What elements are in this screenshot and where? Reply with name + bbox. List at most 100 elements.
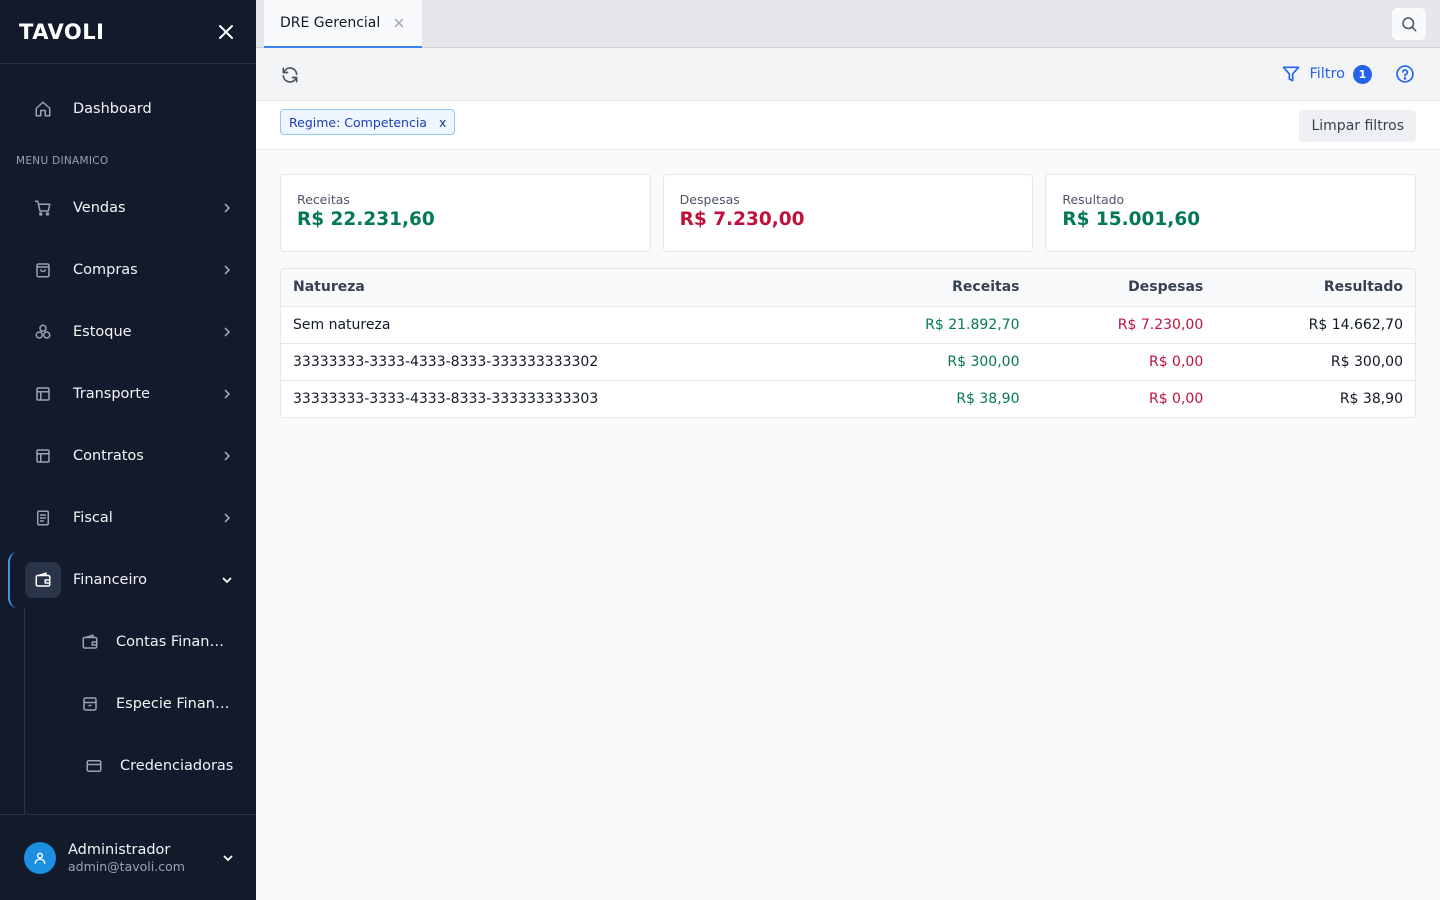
sidebar-nav: Dashboard MENU DINAMICO Vendas Compras E… [0, 64, 256, 814]
chevron-right-icon [217, 198, 237, 218]
boxes-icon [25, 314, 61, 350]
user-email: admin@tavoli.com [68, 858, 185, 874]
cell-natureza: 33333333-3333-4333-8333-333333333302 [281, 342, 820, 380]
cell-resultado: R$ 14.662,70 [1215, 305, 1415, 343]
filter-icon [1283, 66, 1300, 82]
dre-table: Natureza Receitas Despesas Resultado Sem… [280, 268, 1416, 418]
wallet-icon [78, 630, 102, 654]
table-row[interactable]: 33333333-3333-4333-8333-333333333303 R$ … [281, 379, 1415, 417]
active-filters-bar: Regime: Competencia x Limpar filtros [256, 101, 1440, 150]
sidebar-item-estoque[interactable]: Estoque [25, 314, 237, 350]
submenu-guide-line [24, 608, 25, 814]
user-icon [34, 852, 46, 864]
sidebar-item-label: Estoque [73, 324, 132, 340]
menu-section-label: MENU DINAMICO [16, 155, 109, 167]
sidebar-item-dashboard[interactable]: Dashboard [25, 91, 237, 127]
sidebar-item-label: Transporte [73, 386, 150, 402]
sidebar-header: TAVOLI [0, 0, 256, 64]
cell-resultado: R$ 300,00 [1215, 342, 1415, 380]
summary-card-despesas: Despesas R$ 7.230,00 [662, 174, 1034, 252]
cell-despesas: R$ 0,00 [1031, 342, 1216, 380]
clear-filters-button[interactable]: Limpar filtros [1299, 110, 1416, 142]
help-button[interactable] [1394, 63, 1416, 85]
document-icon [25, 500, 61, 536]
filter-chip: Regime: Competencia x [280, 109, 456, 135]
sidebar-item-transporte[interactable]: Transporte [25, 376, 237, 412]
card-label: Resultado [1062, 192, 1125, 207]
tab-label: DRE Gerencial [280, 15, 381, 31]
filter-button[interactable]: Filtro 1 [1281, 63, 1372, 85]
cell-receitas: R$ 38,90 [819, 379, 1032, 417]
card-label: Receitas [297, 192, 350, 207]
cell-despesas: R$ 0,00 [1031, 379, 1216, 417]
credit-card-icon [82, 754, 106, 778]
sidebar-subitem-label: Credenciadoras [120, 758, 234, 774]
filter-chip-label: Regime: Competencia [289, 114, 427, 130]
toolbar: Filtro 1 [256, 48, 1440, 101]
summary-card-receitas: Receitas R$ 22.231,60 [280, 174, 651, 252]
sidebar-item-contratos[interactable]: Contratos [25, 438, 237, 474]
sidebar-item-label: Fiscal [73, 510, 113, 526]
layout-icon [25, 438, 61, 474]
card-value: R$ 22.231,60 [297, 209, 435, 230]
search-icon [1402, 17, 1417, 32]
close-icon [219, 24, 233, 39]
close-sidebar-button[interactable] [214, 20, 238, 44]
sidebar-item-vendas[interactable]: Vendas [25, 190, 237, 226]
sidebar-item-financeiro[interactable]: Financeiro [25, 562, 237, 598]
close-icon [394, 18, 404, 28]
card-label: Despesas [679, 192, 740, 207]
chevron-right-icon [217, 384, 237, 404]
summary-card-resultado: Resultado R$ 15.001,60 [1045, 174, 1417, 252]
table-row[interactable]: Sem natureza R$ 21.892,70 R$ 7.230,00 R$… [281, 305, 1415, 343]
card-value: R$ 7.230,00 [679, 209, 805, 230]
sidebar-item-label: Contratos [73, 448, 144, 464]
search-button[interactable] [1392, 8, 1426, 40]
column-header-despesas[interactable]: Despesas [1031, 269, 1215, 306]
sidebar-subitem-especie-financeira[interactable]: Especie Financeira [78, 686, 238, 722]
column-header-receitas[interactable]: Receitas [820, 269, 1032, 306]
column-header-natureza[interactable]: Natureza [281, 269, 820, 306]
sidebar-subitem-label: Especie Financeira [116, 696, 230, 712]
cell-despesas: R$ 7.230,00 [1031, 305, 1216, 343]
chevron-right-icon [217, 446, 237, 466]
user-menu[interactable]: Administrador admin@tavoli.com [0, 814, 256, 900]
shopping-bag-icon [25, 252, 61, 288]
cell-natureza: 33333333-3333-4333-8333-333333333303 [281, 379, 820, 417]
sidebar: TAVOLI Dashboard MENU DINAMICO Vendas Co… [0, 0, 256, 900]
layout-icon [25, 376, 61, 412]
cart-icon [25, 190, 61, 226]
filter-chip-remove-button[interactable]: x [439, 115, 446, 130]
main-content: DRE Gerencial Filtro 1 Regime: Competenc… [256, 0, 1440, 900]
user-name: Administrador [68, 841, 171, 858]
filter-label: Filtro [1309, 66, 1345, 82]
column-header-resultado[interactable]: Resultado [1215, 269, 1415, 306]
tab-dre-gerencial[interactable]: DRE Gerencial [264, 0, 422, 48]
app-logo: TAVOLI [19, 19, 105, 44]
sidebar-item-label: Vendas [73, 200, 126, 216]
cell-resultado: R$ 38,90 [1215, 379, 1415, 417]
home-icon [25, 91, 61, 127]
cell-receitas: R$ 21.892,70 [819, 305, 1032, 343]
chevron-down-icon[interactable] [218, 848, 238, 868]
chevron-right-icon [217, 322, 237, 342]
sidebar-subitem-contas-financeiras[interactable]: Contas Financeiras [78, 624, 238, 660]
tab-bar: DRE Gerencial [256, 0, 1440, 48]
cell-natureza: Sem natureza [281, 305, 820, 343]
table-row[interactable]: 33333333-3333-4333-8333-333333333302 R$ … [281, 342, 1415, 380]
sidebar-subitem-label: Contas Financeiras [116, 634, 230, 650]
cell-receitas: R$ 300,00 [819, 342, 1032, 380]
sidebar-item-compras[interactable]: Compras [25, 252, 237, 288]
sidebar-subitem-credenciadoras[interactable]: Credenciadoras [78, 748, 238, 784]
refresh-icon [282, 67, 298, 83]
refresh-button[interactable] [279, 64, 301, 86]
chevron-right-icon [217, 508, 237, 528]
sidebar-item-label: Dashboard [73, 101, 152, 117]
active-indicator [8, 552, 18, 608]
tab-close-button[interactable] [392, 16, 406, 30]
card-value: R$ 15.001,60 [1062, 209, 1201, 230]
avatar [24, 841, 56, 874]
wallet-icon [25, 562, 61, 598]
summary-cards: Receitas R$ 22.231,60 Despesas R$ 7.230,… [280, 174, 1417, 252]
sidebar-item-fiscal[interactable]: Fiscal [25, 500, 237, 536]
